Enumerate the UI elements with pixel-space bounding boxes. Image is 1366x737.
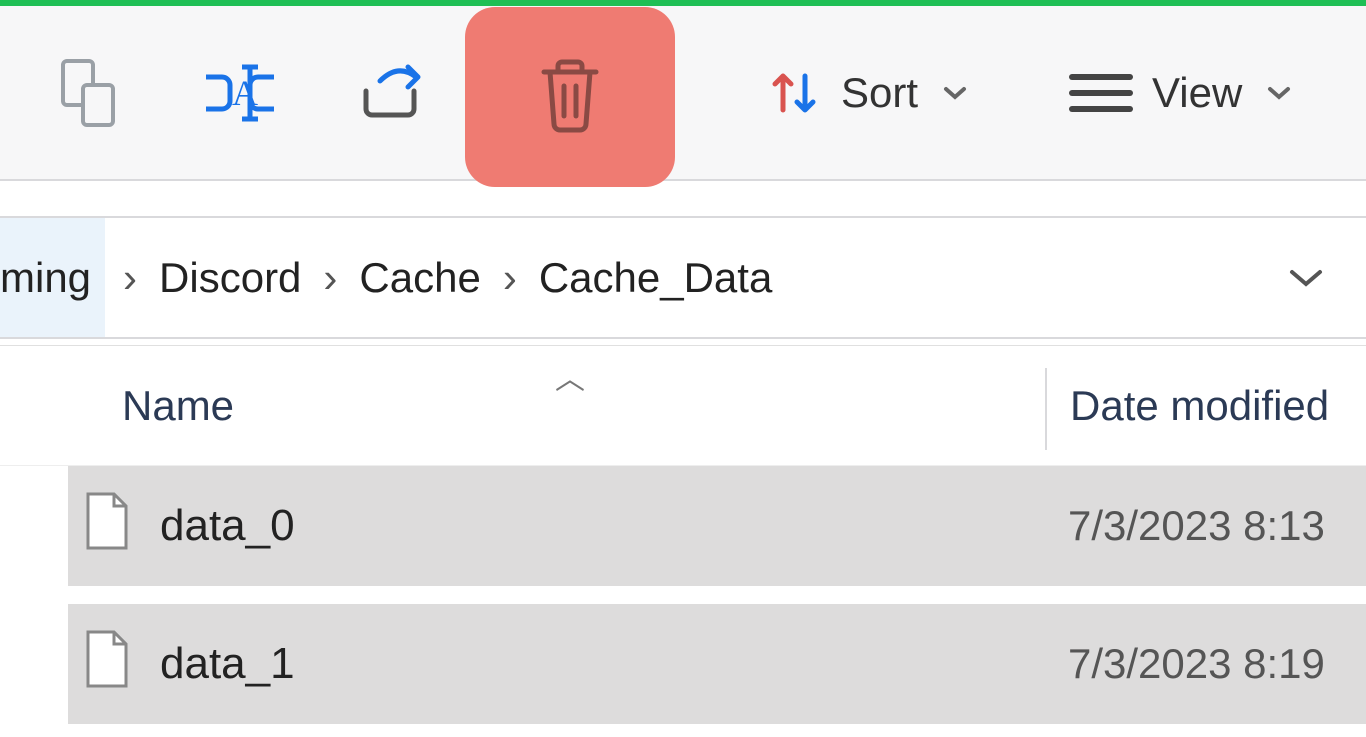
column-header-name[interactable]: Name (122, 382, 234, 430)
file-name: data_1 (160, 639, 295, 689)
breadcrumb[interactable]: ming › Discord › Cache › Cache_Data (0, 216, 1366, 339)
breadcrumb-segment-partial[interactable]: ming (0, 218, 105, 337)
column-header-date[interactable]: Date modified (1070, 382, 1329, 430)
column-divider[interactable] (1045, 368, 1047, 450)
toolbar: A (0, 6, 1366, 181)
svg-text:A: A (232, 73, 258, 113)
chevron-right-icon[interactable]: › (485, 254, 535, 302)
sort-button[interactable]: Sort (735, 5, 998, 180)
paste-button[interactable] (15, 5, 165, 180)
chevron-down-icon (1266, 84, 1292, 102)
rename-icon: A (198, 61, 282, 125)
column-headers: Name ︿ Date modified (0, 346, 1366, 466)
file-row[interactable]: data_1 7/3/2023 8:19 (68, 604, 1366, 724)
trash-icon (530, 52, 610, 141)
delete-button[interactable] (465, 7, 675, 187)
sort-icon (765, 64, 823, 122)
address-history-dropdown[interactable] (1286, 218, 1326, 337)
file-list: data_0 7/3/2023 8:13 data_1 7/3/2023 8:1… (0, 466, 1366, 724)
view-icon (1068, 69, 1134, 117)
file-date-modified: 7/3/2023 8:19 (1068, 640, 1325, 688)
file-row[interactable]: data_0 7/3/2023 8:13 (68, 466, 1366, 586)
view-button[interactable]: View (1038, 5, 1322, 180)
rename-button[interactable]: A (165, 5, 315, 180)
chevron-right-icon[interactable]: › (305, 254, 355, 302)
address-bar-container: ming › Discord › Cache › Cache_Data (0, 181, 1366, 346)
share-icon (354, 61, 426, 125)
breadcrumb-segment[interactable]: Cache (355, 254, 484, 302)
file-icon (82, 490, 132, 563)
breadcrumb-segment[interactable]: Cache_Data (535, 254, 776, 302)
sort-ascending-icon: ︿ (555, 354, 585, 398)
file-name: data_0 (160, 501, 295, 551)
chevron-down-icon (942, 84, 968, 102)
sort-label: Sort (841, 69, 918, 117)
file-icon (82, 628, 132, 701)
chevron-right-icon[interactable]: › (105, 254, 155, 302)
clipboard-icon (57, 57, 123, 129)
share-button[interactable] (315, 5, 465, 180)
breadcrumb-segment[interactable]: Discord (155, 254, 305, 302)
file-date-modified: 7/3/2023 8:13 (1068, 502, 1325, 550)
view-label: View (1152, 69, 1242, 117)
